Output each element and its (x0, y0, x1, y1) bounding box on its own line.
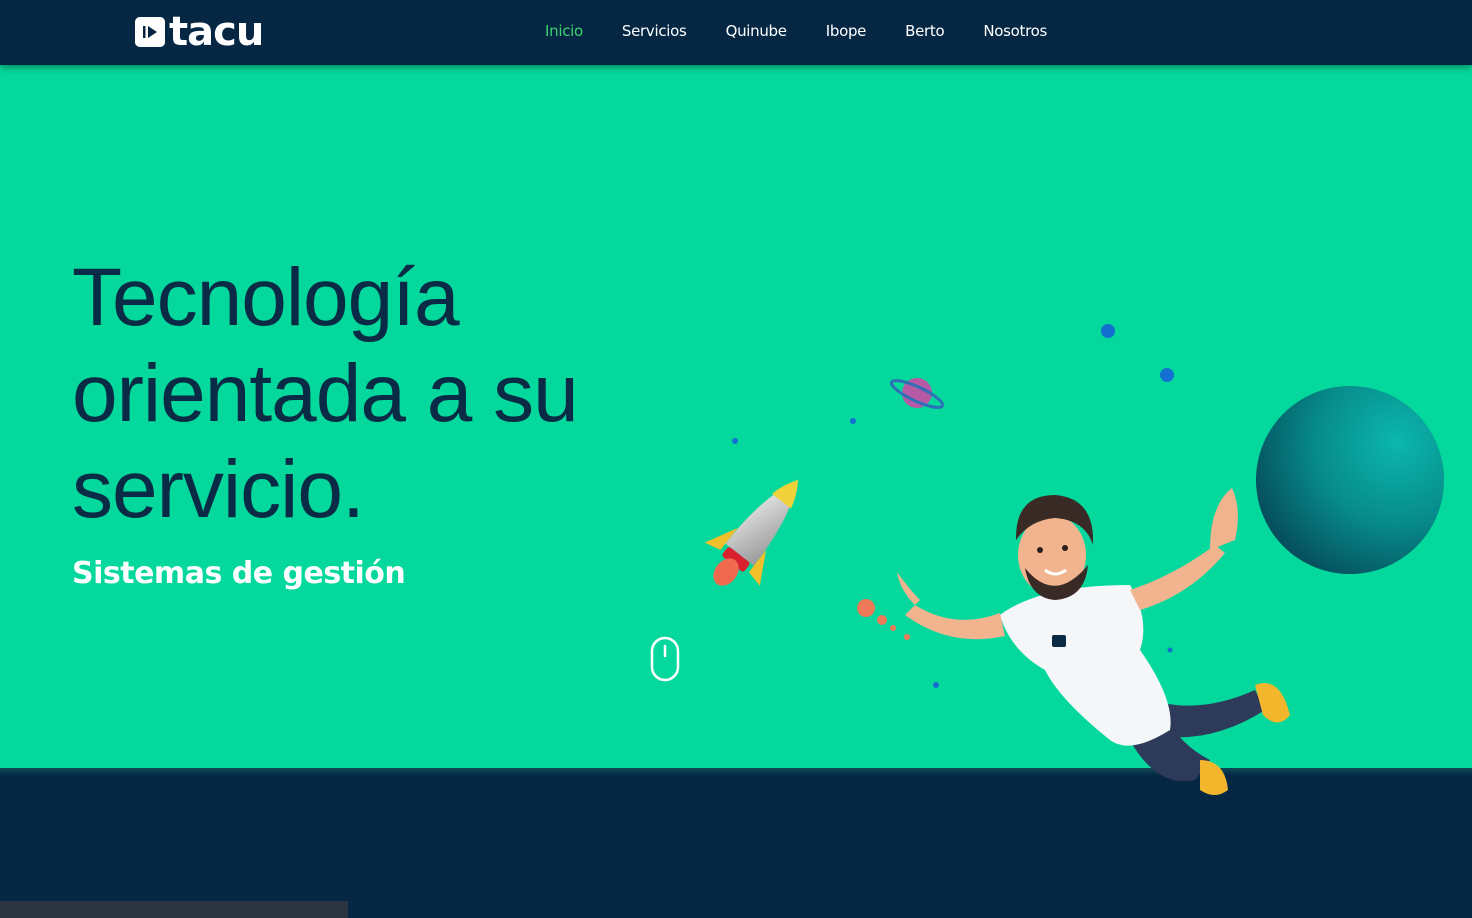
brand-logo[interactable]: tacu (135, 9, 264, 55)
brand-name: tacu (169, 9, 264, 55)
main-nav: Inicio Servicios Quinube Ibope Berto Nos… (545, 22, 1086, 40)
hero-illustration (704, 324, 1444, 795)
bottom-overlay-bar (0, 901, 348, 918)
nav-item-inicio[interactable]: Inicio (545, 22, 583, 40)
top-navbar: tacu Inicio Servicios Quinube Ibope Bert… (0, 0, 1472, 65)
nav-item-quinube[interactable]: Quinube (726, 22, 787, 40)
rocket-icon (704, 479, 799, 586)
ringed-planet-icon (889, 378, 945, 409)
nav-item-berto[interactable]: Berto (905, 22, 945, 40)
nav-item-servicios[interactable]: Servicios (622, 22, 687, 40)
rocket-exhaust (857, 599, 910, 640)
nav-item-nosotros[interactable]: Nosotros (983, 22, 1047, 40)
flying-person-illustration (897, 488, 1290, 795)
play-square-icon (135, 17, 165, 47)
nav-item-ibope[interactable]: Ibope (826, 22, 867, 40)
teal-planet (1256, 386, 1444, 574)
